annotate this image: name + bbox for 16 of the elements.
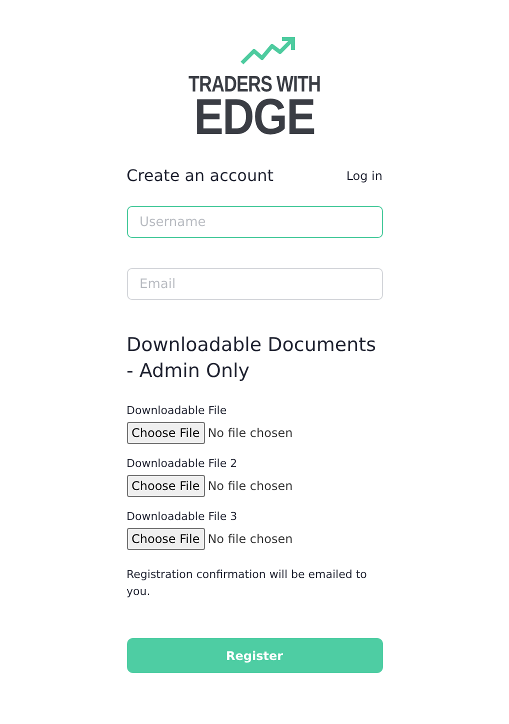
file-status: No file chosen <box>208 531 293 548</box>
choose-file-button[interactable]: Choose File <box>126 528 205 550</box>
file-label: Downloadable File <box>126 404 228 418</box>
input-field[interactable]: Username <box>126 206 382 238</box>
choose-file-button[interactable]: Choose File <box>126 422 205 444</box>
login-link[interactable]: Log in <box>346 167 382 185</box>
file-status: No file chosen <box>208 478 293 495</box>
form-title: Create an account <box>126 165 274 187</box>
section-title: Downloadable Documents - Admin Only <box>126 333 377 384</box>
confirmation-note: Registration confirmation will be emailed to you. <box>126 567 368 600</box>
file-label: Downloadable File 2 <box>126 457 238 471</box>
input-field[interactable]: Email <box>126 268 382 300</box>
choose-file-button[interactable]: Choose File <box>126 475 205 497</box>
file-status: No file chosen <box>208 425 293 442</box>
file-label: Downloadable File 3 <box>126 510 238 524</box>
trend-arrow-icon <box>240 36 296 66</box>
